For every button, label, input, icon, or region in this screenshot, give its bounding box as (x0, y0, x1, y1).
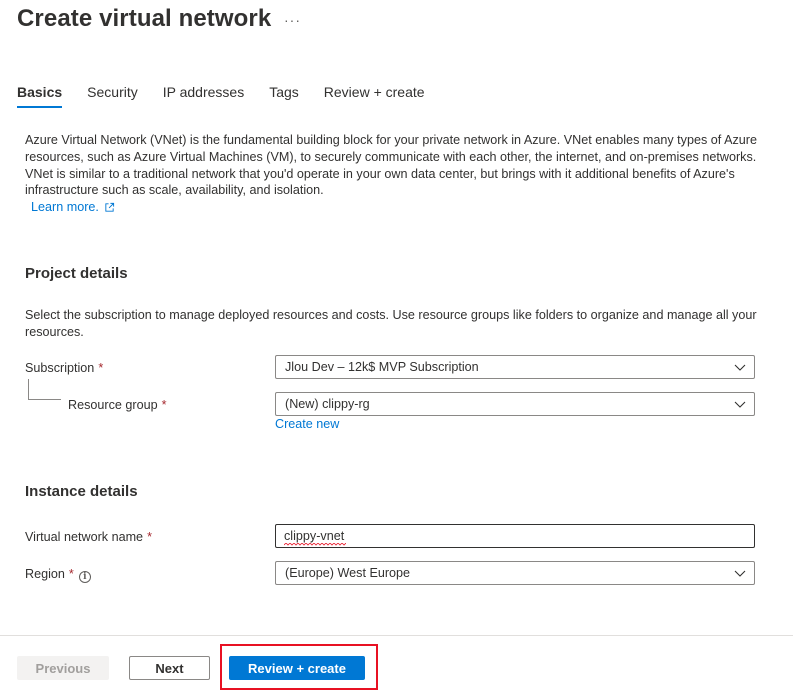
chevron-down-icon (734, 364, 746, 371)
chevron-down-icon (734, 570, 746, 577)
subscription-label: Subscription * (25, 361, 103, 375)
intro-description: Azure Virtual Network (VNet) is the fund… (25, 133, 757, 198)
subscription-dropdown[interactable]: Jlou Dev – 12k$ MVP Subscription (275, 355, 755, 379)
project-details-description: Select the subscription to manage deploy… (25, 308, 757, 339)
previous-button[interactable]: Previous (17, 656, 109, 680)
review-create-button[interactable]: Review + create (229, 656, 365, 680)
external-link-icon (105, 202, 114, 212)
required-marker: * (98, 361, 104, 375)
region-label: Region * i (25, 567, 91, 583)
vnet-name-label-text: Virtual network name (25, 530, 144, 544)
footer-divider (0, 635, 793, 636)
tab-review-create[interactable]: Review + create (324, 84, 425, 108)
required-marker: * (68, 567, 74, 581)
subscription-value: Jlou Dev – 12k$ MVP Subscription (285, 360, 479, 374)
page-title: Create virtual network (17, 5, 272, 32)
resource-group-dropdown[interactable]: (New) clippy-rg (275, 392, 755, 416)
info-icon[interactable]: i (78, 571, 91, 583)
vnet-name-input[interactable] (275, 524, 755, 548)
tab-ip-addresses[interactable]: IP addresses (163, 84, 244, 108)
subscription-label-text: Subscription (25, 361, 95, 375)
tab-basics[interactable]: Basics (17, 84, 63, 108)
required-marker: * (161, 398, 167, 412)
learn-more-label: Learn more. (31, 200, 99, 214)
more-options-icon[interactable]: ··· (284, 12, 301, 28)
learn-more-link[interactable]: Learn more. (31, 200, 115, 214)
tree-connector (28, 379, 61, 400)
vnet-name-label: Virtual network name * (25, 530, 152, 544)
resource-group-label-text: Resource group (68, 398, 158, 412)
region-label-text: Region (25, 567, 65, 581)
region-value: (Europe) West Europe (285, 566, 411, 580)
region-dropdown[interactable]: (Europe) West Europe (275, 561, 755, 585)
create-new-link[interactable]: Create new (275, 417, 339, 431)
tab-bar: Basics Security IP addresses Tags Review… (17, 84, 450, 108)
instance-details-heading: Instance details (25, 483, 138, 500)
chevron-down-icon (734, 401, 746, 408)
next-button[interactable]: Next (129, 656, 210, 680)
tab-tags[interactable]: Tags (269, 84, 299, 108)
required-marker: * (147, 530, 152, 544)
resource-group-label: Resource group * (68, 398, 167, 412)
resource-group-value: (New) clippy-rg (285, 397, 370, 411)
project-details-heading: Project details (25, 265, 128, 282)
tab-security[interactable]: Security (87, 84, 138, 108)
